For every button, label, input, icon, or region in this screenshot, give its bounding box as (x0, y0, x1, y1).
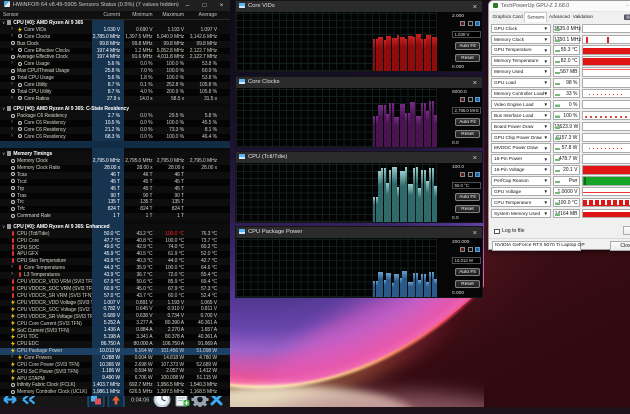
svg-text:0:04:06: 0:04:06 (131, 398, 149, 404)
